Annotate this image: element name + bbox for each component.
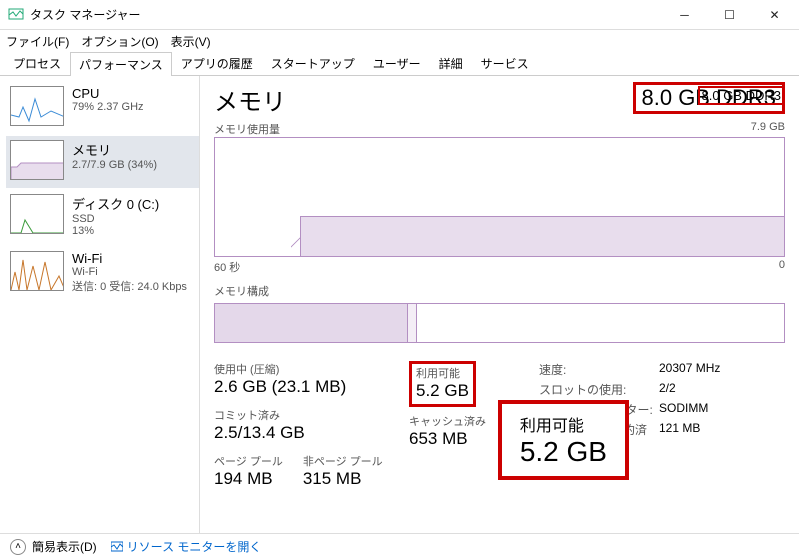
tab-users[interactable]: ユーザー xyxy=(364,51,430,75)
main-panel: 8.0 GB DDR3 メモリ 8.0 GB DDR3 メモリ使用量7.9 GB… xyxy=(200,76,799,533)
memory-composition-chart xyxy=(214,303,785,343)
disk-thumb-icon xyxy=(10,194,64,234)
hw-reserved-value: 121 MB xyxy=(659,421,700,455)
in-use-value: 2.6 GB (23.1 MB) xyxy=(214,377,409,397)
speed-label: 速度: xyxy=(539,361,659,378)
memory-usage-chart xyxy=(214,137,785,257)
available-callout: 利用可能 5.2 GB xyxy=(498,400,629,480)
window-title: タスク マネージャー xyxy=(30,6,662,23)
tab-services[interactable]: サービス xyxy=(472,51,538,75)
in-use-label: 使用中 (圧縮) xyxy=(214,361,409,377)
tab-startup[interactable]: スタートアップ xyxy=(262,51,364,75)
nonpaged-pool-value: 315 MB xyxy=(303,469,383,489)
disk-name: ディスク 0 (C:) xyxy=(72,194,159,213)
minimize-button[interactable]: ─ xyxy=(662,0,707,29)
commit-label: コミット済み xyxy=(214,407,409,423)
callout-avail-label: 利用可能 xyxy=(520,412,607,436)
paged-pool-label: ページ プール xyxy=(214,453,283,469)
app-icon xyxy=(8,7,24,23)
slots-value: 2/2 xyxy=(659,381,676,398)
available-label: 利用可能 xyxy=(416,365,469,381)
form-factor-value: SODIMM xyxy=(659,401,708,418)
slots-label: スロットの使用: xyxy=(539,381,659,398)
resmon-label: リソース モニターを開く xyxy=(127,538,262,555)
disk-pct: 13% xyxy=(72,225,159,237)
sidebar: CPU79% 2.37 GHz メモリ2.7/7.9 GB (34%) ディスク… xyxy=(0,76,200,533)
memory-stats: 2.7/7.9 GB (34%) xyxy=(72,159,157,171)
tab-processes[interactable]: プロセス xyxy=(4,51,70,75)
memory-name: メモリ xyxy=(72,140,157,159)
sidebar-item-cpu[interactable]: CPU79% 2.37 GHz xyxy=(6,82,199,134)
capacity-callout-small: 8.0 GB DDR3 xyxy=(698,86,785,105)
menu-options[interactable]: オプション(O) xyxy=(81,33,158,50)
tab-performance[interactable]: パフォーマンス xyxy=(70,52,172,76)
tab-details[interactable]: 詳細 xyxy=(430,51,472,75)
sidebar-item-memory[interactable]: メモリ2.7/7.9 GB (34%) xyxy=(6,136,199,188)
axis-right: 0 xyxy=(779,259,785,275)
axis-left: 60 秒 xyxy=(214,259,240,275)
fewer-details-button[interactable]: 簡易表示(D) xyxy=(32,538,97,555)
resmon-icon xyxy=(111,541,123,553)
disk-type: SSD xyxy=(72,213,159,225)
cpu-stats: 79% 2.37 GHz xyxy=(72,101,144,113)
cpu-thumb-icon xyxy=(10,86,64,126)
menu-file[interactable]: ファイル(F) xyxy=(6,33,69,50)
tab-app-history[interactable]: アプリの履歴 xyxy=(172,51,262,75)
maximize-button[interactable]: ☐ xyxy=(707,0,752,29)
composition-label: メモリ構成 xyxy=(214,283,269,299)
wifi-stats: 送信: 0 受信: 24.0 Kbps xyxy=(72,278,187,294)
wifi-ssid: Wi-Fi xyxy=(72,266,187,278)
callout-avail-value: 5.2 GB xyxy=(520,436,607,468)
page-title: メモリ xyxy=(214,82,286,117)
open-resource-monitor-link[interactable]: リソース モニターを開く xyxy=(111,538,262,555)
sidebar-item-disk[interactable]: ディスク 0 (C:)SSD13% xyxy=(6,190,199,245)
usage-chart-max: 7.9 GB xyxy=(751,121,785,137)
menu-view[interactable]: 表示(V) xyxy=(171,33,211,50)
close-button[interactable]: ✕ xyxy=(752,0,797,29)
cpu-name: CPU xyxy=(72,86,144,101)
available-value: 5.2 GB xyxy=(416,381,469,401)
commit-value: 2.5/13.4 GB xyxy=(214,423,409,443)
chevron-up-icon[interactable]: ˄ xyxy=(10,539,26,555)
sidebar-item-wifi[interactable]: Wi-FiWi-Fi送信: 0 受信: 24.0 Kbps xyxy=(6,247,199,302)
wifi-thumb-icon xyxy=(10,251,64,291)
nonpaged-pool-label: 非ページ プール xyxy=(303,453,383,469)
wifi-name: Wi-Fi xyxy=(72,251,187,266)
paged-pool-value: 194 MB xyxy=(214,469,283,489)
speed-value: 20307 MHz xyxy=(659,361,720,378)
usage-chart-label: メモリ使用量 xyxy=(214,121,280,137)
memory-thumb-icon xyxy=(10,140,64,180)
